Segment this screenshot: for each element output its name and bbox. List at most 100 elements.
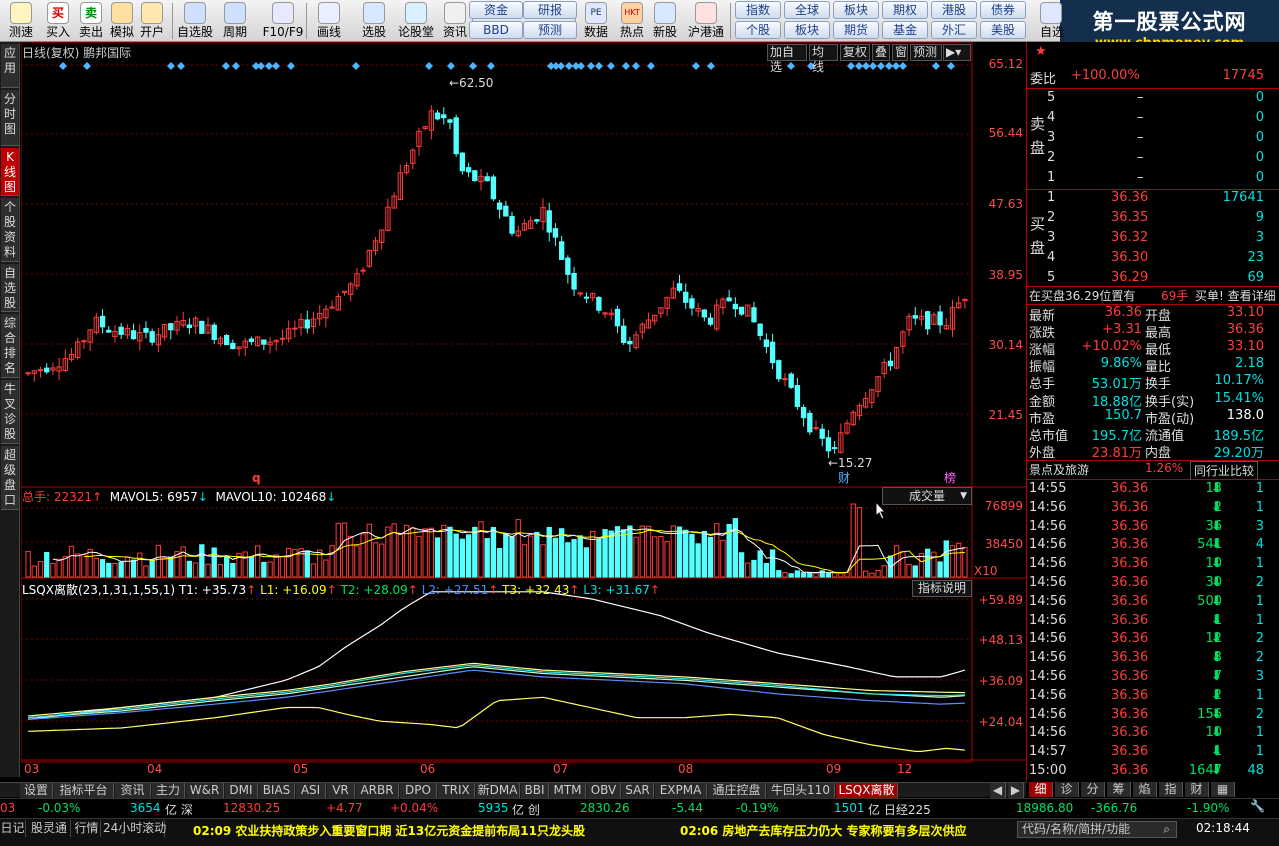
toolbar-mid-top-button[interactable]: 研报 — [523, 1, 577, 19]
toolbar-2-button[interactable]: 买买入 — [44, 0, 72, 42]
quote-tab-6[interactable]: 指 — [1159, 782, 1183, 797]
sell-level-row[interactable]: 5 – 0 — [1027, 90, 1279, 109]
toolbar-5-button[interactable]: 开户 — [138, 0, 166, 42]
toolbar-12-button[interactable]: 资讯 — [440, 0, 470, 42]
sell-level-row[interactable]: 1 – 0 — [1027, 170, 1279, 189]
left-tab-8[interactable]: 超级盘口 — [1, 446, 19, 510]
toolbar-right-bottom-button[interactable]: 期货 — [833, 21, 879, 39]
quote-tab-2[interactable]: 诊 — [1055, 782, 1079, 797]
indicator-tab-14[interactable]: BBI — [521, 783, 549, 798]
chart-menu-icon[interactable]: ▶▾ — [943, 44, 971, 61]
indicator-tab-3[interactable]: 资讯 — [115, 783, 151, 798]
buy-level-row[interactable]: 1 36.36 17641 — [1027, 190, 1279, 209]
left-tab-7[interactable]: 牛叉诊股 — [1, 380, 19, 444]
search-input[interactable]: 代码/名称/简拼/功能 ⌕ — [1017, 821, 1177, 838]
toolbar-mid-bottom-button[interactable]: BBD — [469, 21, 523, 39]
indicator-tab-5[interactable]: W&R — [186, 783, 224, 798]
toolbar-4-button[interactable]: 模拟 — [108, 0, 136, 42]
buy-level-row[interactable]: 3 36.32 3 — [1027, 230, 1279, 249]
toolbar-right-top-button[interactable]: 期权 — [882, 1, 928, 19]
indicator-tab-21[interactable]: LSQX离散 — [836, 783, 898, 798]
toolbar-right-top-button[interactable]: 板块 — [833, 1, 879, 19]
status-tab-3[interactable]: 行情 — [73, 820, 101, 837]
indicator-tab-18[interactable]: EXPMA — [655, 783, 707, 798]
buy-level-row[interactable]: 4 36.30 23 — [1027, 250, 1279, 269]
toolbar-14-button[interactable]: HKT 热点 — [617, 0, 647, 42]
news-2[interactable]: 02:06 房地产去库存压力仍大 专家称要有多层次供应 — [680, 822, 967, 839]
toolbar-3-button[interactable]: 卖卖出 — [77, 0, 105, 42]
toolbar-13-button[interactable]: PE 数据 — [580, 0, 612, 42]
indicator-tab-15[interactable]: MTM — [550, 783, 586, 798]
toolbar-right-top-button[interactable]: 港股 — [931, 1, 977, 19]
indicator-tab-12[interactable]: TRIX — [438, 783, 475, 798]
toolbar-right-top-button[interactable]: 全球 — [784, 1, 830, 19]
sell-level-row[interactable]: 2 – 0 — [1027, 150, 1279, 169]
tabs-scroll-right-icon[interactable]: ▶ — [1008, 783, 1024, 798]
indicator-tab-2[interactable]: 指标平台 — [54, 783, 114, 798]
status-tab-2[interactable]: 股灵通 — [28, 820, 71, 837]
indicator-tab-13[interactable]: 新DMA — [476, 783, 520, 798]
toolbar-16-button[interactable]: 沪港通 — [686, 0, 726, 42]
indicator-tab-16[interactable]: OBV — [587, 783, 621, 798]
toolbar-mid-top-button[interactable]: 资金 — [469, 1, 523, 19]
quote-tab-4[interactable]: 筹 — [1107, 782, 1131, 797]
grid-icon[interactable]: ▦ — [1211, 782, 1235, 797]
toolbar-15-button[interactable]: 新股 — [650, 0, 680, 42]
status-tab-1[interactable]: 日记 — [0, 820, 26, 837]
chart-header-button-2[interactable]: 均线 — [809, 44, 838, 74]
indicator-tab-6[interactable]: DMI — [225, 783, 258, 798]
left-tab-2[interactable]: 分时图 — [1, 90, 19, 146]
chart-header-button-4[interactable]: 叠 — [872, 44, 890, 61]
indicator-tab-17[interactable]: SAR — [622, 783, 654, 798]
chart-header-button-1[interactable]: 加自选 — [767, 44, 807, 74]
indicator-help-button[interactable]: 指标说明 — [912, 580, 972, 597]
status-tab-4[interactable]: 24小时滚动 — [103, 820, 166, 837]
industry-row[interactable]: 景点及旅游 1.26% 同行业比较 — [1027, 461, 1279, 480]
left-tab-1[interactable]: 应用 — [1, 44, 19, 88]
volume-selector[interactable]: 成交量 ▼ — [882, 487, 972, 505]
buy-level-row[interactable]: 2 36.35 9 — [1027, 210, 1279, 229]
chart-header-button-3[interactable]: 复权 — [840, 44, 870, 61]
left-tab-5[interactable]: 自选股 — [1, 264, 19, 312]
toolbar-1-button[interactable]: 测速 — [5, 0, 37, 42]
toolbar-10-button[interactable]: 选股 — [358, 0, 390, 42]
indicator-tab-7[interactable]: BIAS — [259, 783, 295, 798]
star-icon[interactable]: ★ — [1035, 44, 1047, 59]
indicator-tab-8[interactable]: ASI — [296, 783, 326, 798]
toolbar-17-button[interactable]: 自选 — [1040, 0, 1064, 42]
indicator-tab-10[interactable]: ARBR — [356, 783, 399, 798]
indicator-tab-20[interactable]: 牛回头110 — [767, 783, 835, 798]
quote-tab-3[interactable]: 分 — [1081, 782, 1105, 797]
industry-compare-button[interactable]: 同行业比较 — [1190, 461, 1259, 480]
toolbar-7-button[interactable]: 周期 — [218, 0, 252, 42]
kline-chart[interactable]: ←62.50 ←15.27财 榜 q — [21, 42, 1026, 782]
wrench-icon[interactable]: 🔧 — [1250, 799, 1265, 813]
left-tab-4[interactable]: 个股资料 — [1, 198, 19, 262]
toolbar-right-bottom-button[interactable]: 外汇 — [931, 21, 977, 39]
chart-header-button-5[interactable]: 窗 — [892, 44, 908, 61]
indicator-tab-11[interactable]: DPO — [400, 783, 437, 798]
left-tab-6[interactable]: 综合排名 — [1, 314, 19, 378]
toolbar-mid-bottom-button[interactable]: 预测 — [523, 21, 577, 39]
toolbar-right-bottom-button[interactable]: 个股 — [735, 21, 781, 39]
indicator-tab-9[interactable]: VR — [327, 783, 355, 798]
quote-tab-7[interactable]: 财 — [1185, 782, 1209, 797]
toolbar-right-top-button[interactable]: 指数 — [735, 1, 781, 19]
left-tab-3[interactable]: K线图 — [1, 148, 19, 196]
toolbar-right-bottom-button[interactable]: 板块 — [784, 21, 830, 39]
toolbar-6-button[interactable]: 自选股 — [175, 0, 215, 42]
toolbar-right-top-button[interactable]: 债券 — [980, 1, 1026, 19]
sell-level-row[interactable]: 4 – 0 — [1027, 110, 1279, 129]
toolbar-8-button[interactable]: F10/F9 — [262, 0, 304, 42]
indicator-tab-4[interactable]: 主力 — [152, 783, 185, 798]
news-1[interactable]: 02:09 农业扶持政策步入重要窗口期 近13亿元资金提前布局11只龙头股 — [193, 822, 585, 839]
quote-tab-5[interactable]: 焰 — [1133, 782, 1157, 797]
indicator-tab-19[interactable]: 通庄控盘 — [708, 783, 766, 798]
sell-level-row[interactable]: 3 – 0 — [1027, 130, 1279, 149]
quote-tab-1[interactable]: 细 — [1029, 782, 1053, 797]
toolbar-9-button[interactable]: 画线 — [311, 0, 347, 42]
chart-header-button-6[interactable]: 预测 — [910, 44, 942, 61]
toolbar-11-button[interactable]: 论股堂 — [397, 0, 435, 42]
indicator-tab-1[interactable]: 设置 — [20, 783, 53, 798]
toolbar-right-bottom-button[interactable]: 基金 — [882, 21, 928, 39]
